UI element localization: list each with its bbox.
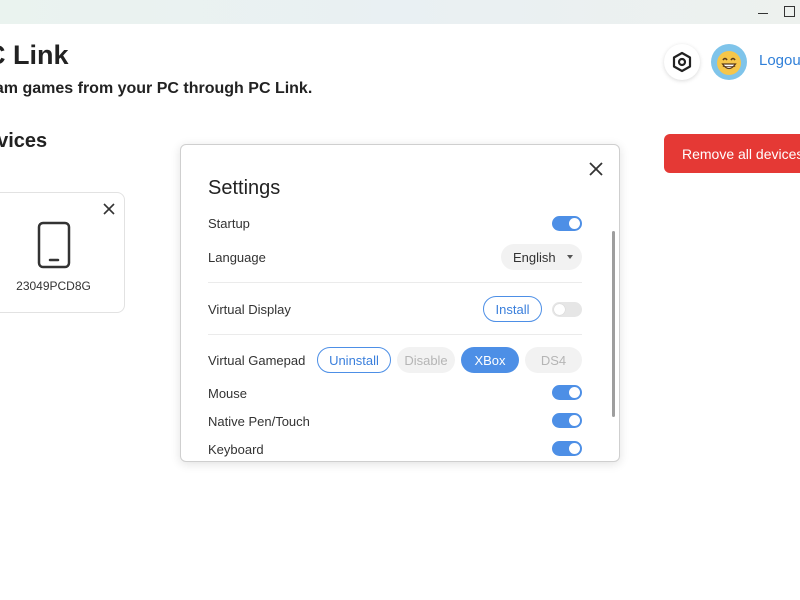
divider (208, 334, 582, 335)
ds4-button[interactable]: DS4 (525, 347, 582, 373)
scrollbar[interactable] (612, 231, 615, 417)
uninstall-button[interactable]: Uninstall (317, 347, 391, 373)
native-pen-touch-label: Native Pen/Touch (208, 414, 310, 429)
virtual-display-toggle[interactable] (552, 302, 582, 317)
grinning-face-icon (712, 45, 746, 79)
virtual-gamepad-label: Virtual Gamepad (208, 353, 306, 368)
language-select[interactable]: English (501, 244, 582, 270)
startup-toggle[interactable] (552, 216, 582, 231)
page-subtitle: eam games from your PC through PC Link. (0, 80, 313, 97)
devices-section-title: evices (0, 130, 48, 152)
xbox-button[interactable]: XBox (461, 347, 519, 373)
language-label: Language (208, 250, 266, 265)
device-card[interactable]: 23049PCD8G (0, 192, 125, 313)
divider (208, 282, 582, 283)
hexagon-settings-icon (672, 51, 692, 73)
page-title: C Link (0, 40, 69, 70)
disable-button[interactable]: Disable (397, 347, 455, 373)
language-value: English (513, 249, 556, 265)
remove-all-devices-button[interactable]: Remove all devices (664, 134, 800, 173)
settings-button[interactable] (664, 44, 700, 80)
close-icon[interactable] (587, 160, 605, 178)
mouse-toggle[interactable] (552, 385, 582, 400)
device-name: 23049PCD8G (16, 279, 91, 293)
phone-icon (37, 221, 71, 269)
virtual-display-label: Virtual Display (208, 302, 291, 317)
keyboard-toggle[interactable] (552, 441, 582, 456)
close-icon[interactable] (101, 201, 117, 217)
keyboard-label: Keyboard (208, 442, 264, 457)
mouse-label: Mouse (208, 386, 248, 401)
settings-modal: Settings Startup Language English Virtua… (180, 144, 620, 462)
install-button[interactable]: Install (483, 296, 542, 322)
startup-label: Startup (208, 216, 250, 231)
native-pen-touch-toggle[interactable] (552, 413, 582, 428)
window-titlebar (0, 0, 800, 24)
logout-link[interactable]: Logou (759, 52, 800, 69)
minimize-icon[interactable] (754, 2, 772, 20)
maximize-icon[interactable] (780, 2, 798, 20)
settings-title: Settings (208, 177, 281, 199)
caret-down-icon (567, 255, 573, 259)
avatar[interactable] (711, 44, 747, 80)
